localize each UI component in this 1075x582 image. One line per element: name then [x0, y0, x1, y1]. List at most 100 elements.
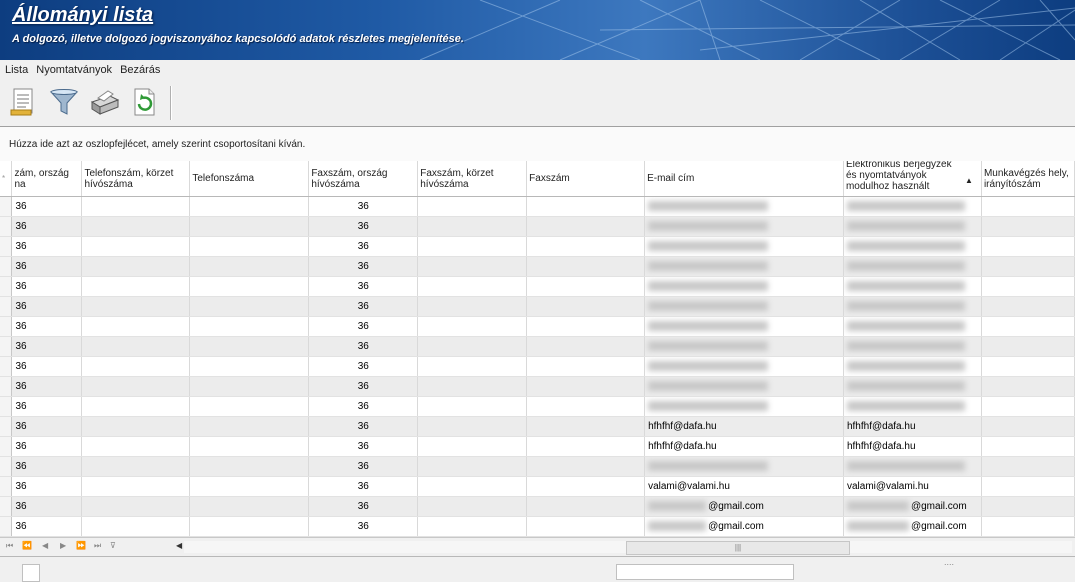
cell-fax-number[interactable]: [526, 496, 646, 517]
cell-phone-area-code[interactable]: [81, 236, 191, 257]
cell-phone-area-code[interactable]: [81, 316, 191, 337]
cell-fax-number[interactable]: [526, 356, 646, 377]
cell-work-zip[interactable]: [981, 356, 1075, 377]
table-row[interactable]: 36 36: [0, 396, 1075, 417]
scroll-left-arrow-icon[interactable]: ◀: [176, 541, 182, 550]
cell-fax-number[interactable]: [526, 276, 646, 297]
row-indicator[interactable]: [0, 436, 13, 457]
cell-email[interactable]: valami@valami.hu: [644, 476, 844, 497]
cell-fax-number[interactable]: [526, 316, 646, 337]
cell-email-ebnyt[interactable]: [843, 276, 982, 297]
cell-fax-number[interactable]: [526, 256, 646, 277]
cell-email-ebnyt[interactable]: hfhfhf@dafa.hu: [843, 436, 982, 457]
refresh-icon[interactable]: [128, 86, 160, 118]
cell-fax-country-code[interactable]: 36: [308, 476, 419, 497]
cell-fax-area-code[interactable]: [417, 276, 528, 297]
cell-email-ebnyt[interactable]: [843, 296, 982, 317]
cell-work-zip[interactable]: [981, 336, 1075, 357]
column-header[interactable]: E-mail cím: [644, 161, 844, 197]
table-row[interactable]: 36 36 hfhfhf@dafa.hu hfhfhf@dafa.hu: [0, 436, 1075, 457]
cell-fax-country-code[interactable]: 36: [308, 336, 419, 357]
cell-phone-area-code[interactable]: [81, 476, 191, 497]
table-row[interactable]: 36 36: [0, 356, 1075, 377]
cell-work-zip[interactable]: [981, 236, 1075, 257]
table-row[interactable]: 36 36: [0, 376, 1075, 397]
cell-phone-area-code[interactable]: [81, 336, 191, 357]
cell-work-zip[interactable]: [981, 456, 1075, 477]
previous-page-button[interactable]: ⏪: [22, 541, 32, 550]
previous-record-button[interactable]: ◀: [42, 541, 48, 550]
cell-phone-country-code[interactable]: 36: [11, 196, 83, 217]
table-row[interactable]: 36 36: [0, 256, 1075, 277]
cell-fax-country-code[interactable]: 36: [308, 276, 419, 297]
cell-fax-area-code[interactable]: [417, 296, 528, 317]
cell-phone-number[interactable]: [189, 236, 310, 257]
cell-fax-country-code[interactable]: 36: [308, 496, 419, 517]
cell-email-ebnyt[interactable]: valami@valami.hu: [843, 476, 982, 497]
cell-fax-country-code[interactable]: 36: [308, 216, 419, 237]
row-indicator[interactable]: [0, 296, 13, 317]
cell-phone-number[interactable]: [189, 456, 310, 477]
menu-item-lista[interactable]: Lista: [0, 60, 31, 76]
cell-phone-country-code[interactable]: 36: [11, 236, 83, 257]
column-header-sorted[interactable]: Elektronikus berjegyzék és nyomtatványok…: [843, 161, 982, 197]
table-row[interactable]: 36 36: [0, 456, 1075, 477]
cell-phone-area-code[interactable]: [81, 516, 191, 537]
cell-email-ebnyt[interactable]: @gmail.com: [843, 516, 982, 537]
cell-fax-area-code[interactable]: [417, 416, 528, 437]
cell-email[interactable]: [644, 296, 844, 317]
row-indicator[interactable]: [0, 236, 13, 257]
table-row[interactable]: 36 36: [0, 236, 1075, 257]
cell-phone-country-code[interactable]: 36: [11, 296, 83, 317]
cell-fax-area-code[interactable]: [417, 436, 528, 457]
row-indicator[interactable]: [0, 356, 13, 377]
cell-phone-area-code[interactable]: [81, 196, 191, 217]
column-header[interactable]: Faxszám: [526, 161, 646, 197]
cell-phone-area-code[interactable]: [81, 256, 191, 277]
cell-phone-area-code[interactable]: [81, 396, 191, 417]
cell-fax-country-code[interactable]: 36: [308, 296, 419, 317]
cell-work-zip[interactable]: [981, 196, 1075, 217]
cell-phone-number[interactable]: [189, 216, 310, 237]
row-indicator[interactable]: [0, 276, 13, 297]
cell-fax-country-code[interactable]: 36: [308, 376, 419, 397]
printer-icon[interactable]: [88, 86, 120, 118]
scrollbar-thumb[interactable]: |||: [626, 541, 850, 555]
cell-phone-number[interactable]: [189, 336, 310, 357]
cell-fax-country-code[interactable]: 36: [308, 316, 419, 337]
cell-fax-area-code[interactable]: [417, 356, 528, 377]
cell-fax-area-code[interactable]: [417, 456, 528, 477]
cell-email-ebnyt[interactable]: [843, 256, 982, 277]
cell-email[interactable]: [644, 236, 844, 257]
cell-phone-number[interactable]: [189, 496, 310, 517]
cell-fax-country-code[interactable]: 36: [308, 396, 419, 417]
cell-phone-area-code[interactable]: [81, 496, 191, 517]
cell-email[interactable]: [644, 196, 844, 217]
cell-phone-country-code[interactable]: 36: [11, 456, 83, 477]
menu-item-bezaras[interactable]: Bezárás: [115, 60, 163, 76]
cell-phone-country-code[interactable]: 36: [11, 476, 83, 497]
status-checkbox[interactable]: [22, 564, 40, 582]
cell-phone-country-code[interactable]: 36: [11, 376, 83, 397]
cell-phone-country-code[interactable]: 36: [11, 436, 83, 457]
table-row[interactable]: 36 36: [0, 216, 1075, 237]
cell-phone-country-code[interactable]: 36: [11, 316, 83, 337]
cell-fax-number[interactable]: [526, 396, 646, 417]
cell-fax-area-code[interactable]: [417, 316, 528, 337]
cell-email[interactable]: [644, 376, 844, 397]
cell-fax-number[interactable]: [526, 196, 646, 217]
row-indicator[interactable]: [0, 516, 13, 537]
cell-email-ebnyt[interactable]: [843, 316, 982, 337]
cell-work-zip[interactable]: [981, 316, 1075, 337]
cell-phone-number[interactable]: [189, 396, 310, 417]
cell-phone-country-code[interactable]: 36: [11, 216, 83, 237]
cell-phone-area-code[interactable]: [81, 296, 191, 317]
cell-work-zip[interactable]: [981, 476, 1075, 497]
cell-work-zip[interactable]: [981, 276, 1075, 297]
cell-email[interactable]: hfhfhf@dafa.hu: [644, 436, 844, 457]
cell-work-zip[interactable]: [981, 436, 1075, 457]
cell-phone-number[interactable]: [189, 376, 310, 397]
row-indicator[interactable]: [0, 476, 13, 497]
cell-work-zip[interactable]: [981, 376, 1075, 397]
cell-phone-number[interactable]: [189, 296, 310, 317]
